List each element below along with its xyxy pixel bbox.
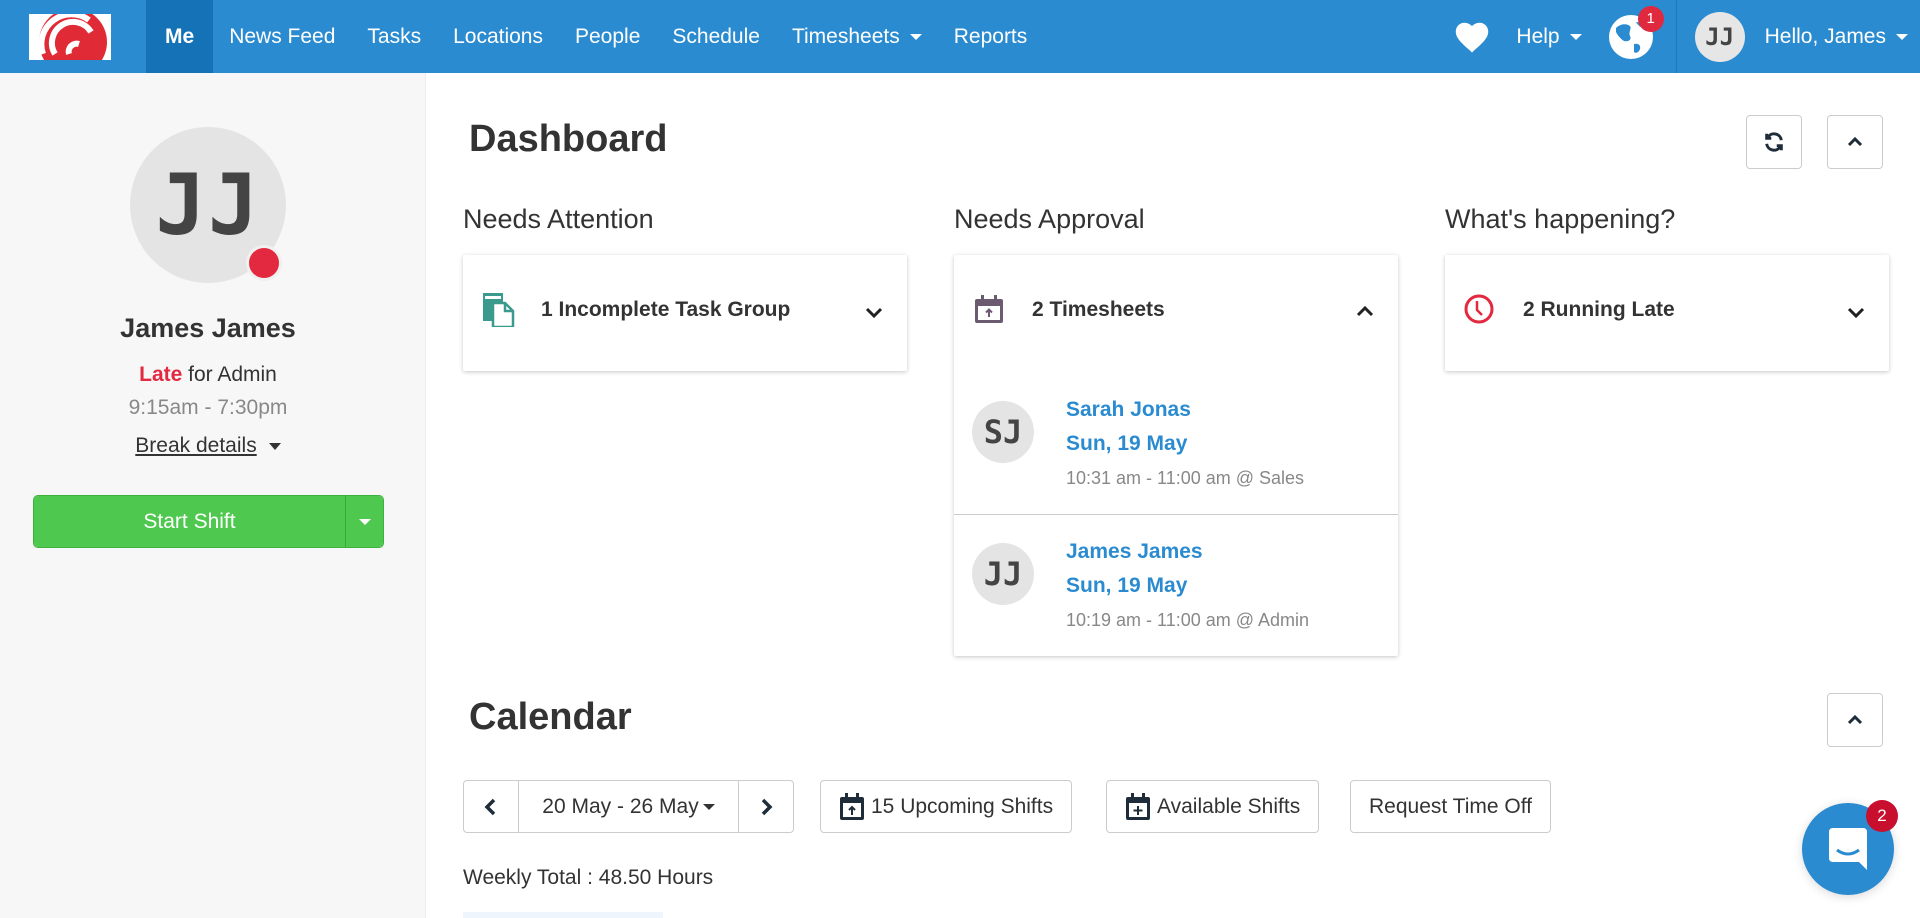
clock-icon — [1464, 294, 1494, 324]
timesheets-toggle[interactable]: 2 Timesheets — [954, 255, 1398, 371]
nav-timesheets[interactable]: Timesheets — [776, 0, 938, 73]
caret-down-icon — [268, 442, 281, 450]
card-label: 1 Incomplete Task Group — [541, 298, 791, 321]
avatar: SJ — [972, 401, 1034, 463]
refresh-icon — [1765, 132, 1783, 152]
nav-people[interactable]: People — [559, 0, 656, 73]
chevron-left-icon — [484, 798, 496, 815]
chat-unread-badge: 2 — [1866, 800, 1898, 832]
calendar-upload-icon — [840, 792, 864, 820]
timesheet-date-link[interactable]: Sun, 19 May — [1066, 432, 1187, 456]
dashboard-title: Dashboard — [469, 118, 668, 160]
status-indicator — [246, 245, 282, 281]
profile-sidebar: JJ James James Late for Admin 9:15am - 7… — [0, 73, 426, 918]
task-group-icon — [483, 293, 515, 327]
nav-divider — [1675, 0, 1677, 73]
next-week-button[interactable] — [739, 781, 793, 832]
collapse-dashboard-button[interactable] — [1827, 115, 1883, 169]
card-label: 2 Timesheets — [1032, 298, 1165, 321]
user-menu[interactable]: JJ Hello, James — [1694, 11, 1908, 62]
notifications-button[interactable]: 1 — [1608, 5, 1664, 60]
start-shift-dropdown[interactable] — [345, 496, 383, 547]
refresh-button[interactable] — [1746, 115, 1802, 169]
card-label: 2 Running Late — [1523, 298, 1675, 321]
app-logo[interactable] — [0, 0, 146, 73]
heart-icon[interactable] — [1452, 17, 1492, 57]
timesheet-time: 10:31 am - 11:00 am @ Sales — [1066, 468, 1305, 488]
calendar-plus-icon — [1126, 792, 1150, 820]
caret-down-icon — [702, 803, 715, 810]
whats-happening-title: What's happening? — [1445, 204, 1676, 234]
week-range-dropdown[interactable]: 20 May - 26 May — [518, 781, 739, 832]
top-navbar: Me News Feed Tasks Locations People Sche… — [0, 0, 1920, 73]
needs-approval-title: Needs Approval — [954, 204, 1145, 234]
nav-reports[interactable]: Reports — [938, 0, 1044, 73]
chat-icon — [1829, 828, 1867, 870]
caret-down-icon — [909, 33, 922, 40]
shift-status: Late for Admin — [139, 363, 277, 386]
needs-approval-card: 2 Timesheets SJ Sarah Jonas Sun, 19 May … — [954, 255, 1398, 656]
needs-attention-card: 1 Incomplete Task Group — [463, 255, 907, 371]
logo-icon — [29, 13, 111, 60]
avatar: JJ — [972, 543, 1034, 605]
nav-schedule[interactable]: Schedule — [656, 0, 776, 73]
caret-down-icon — [1896, 33, 1908, 40]
avatar: JJ — [1694, 11, 1745, 62]
caret-down-icon — [358, 518, 371, 525]
profile-name: James James — [120, 313, 296, 343]
incomplete-task-group-toggle[interactable]: 1 Incomplete Task Group — [463, 255, 907, 371]
navbar-right: Help 1 JJ Hello, James — [1452, 0, 1920, 73]
calendar-upload-icon — [975, 295, 1003, 323]
start-shift-button[interactable]: Start Shift — [34, 496, 345, 547]
chevron-right-icon — [761, 798, 773, 815]
notification-badge: 1 — [1637, 5, 1664, 32]
collapse-calendar-button[interactable] — [1827, 693, 1883, 747]
timesheet-item[interactable]: SJ Sarah Jonas Sun, 19 May 10:31 am - 11… — [954, 371, 1398, 514]
needs-attention-title: Needs Attention — [463, 204, 654, 234]
request-time-off-button[interactable]: Request Time Off — [1350, 780, 1552, 833]
running-late-toggle[interactable]: 2 Running Late — [1445, 255, 1889, 371]
calendar-title: Calendar — [469, 696, 632, 738]
whats-happening-card: 2 Running Late — [1445, 255, 1889, 371]
timesheet-date-link[interactable]: Sun, 19 May — [1066, 574, 1187, 598]
employee-name-link[interactable]: James James — [1066, 540, 1203, 564]
timesheet-item[interactable]: JJ James James Sun, 19 May 10:19 am - 11… — [954, 514, 1398, 657]
chevron-up-icon — [1847, 714, 1863, 725]
available-shifts-button[interactable]: Available Shifts — [1106, 780, 1320, 833]
nav-news-feed[interactable]: News Feed — [213, 0, 351, 73]
caret-down-icon — [1569, 33, 1582, 40]
upcoming-shifts-button[interactable]: 15 Upcoming Shifts — [820, 780, 1073, 833]
weekly-total: Weekly Total : 48.50 Hours — [463, 866, 714, 889]
chevron-up-icon — [1847, 136, 1863, 147]
employee-name-link[interactable]: Sarah Jonas — [1066, 398, 1191, 422]
nav-me[interactable]: Me — [146, 0, 214, 73]
nav-tasks[interactable]: Tasks — [351, 0, 437, 73]
timesheet-time: 10:19 am - 11:00 am @ Admin — [1066, 610, 1310, 630]
start-shift-group: Start Shift — [33, 495, 384, 548]
previous-week-button[interactable] — [464, 781, 518, 832]
week-selector: 20 May - 26 May — [463, 780, 794, 833]
calendar-strip — [463, 912, 663, 918]
chevron-down-icon — [1847, 307, 1865, 319]
shift-time: 9:15am - 7:30pm — [128, 396, 288, 419]
break-details-toggle[interactable]: Break details — [0, 434, 416, 458]
help-menu[interactable]: Help — [1516, 25, 1582, 49]
nav-locations[interactable]: Locations — [437, 0, 559, 73]
chevron-down-icon — [865, 307, 883, 319]
late-label: Late — [139, 363, 183, 386]
chevron-up-icon — [1356, 305, 1374, 317]
